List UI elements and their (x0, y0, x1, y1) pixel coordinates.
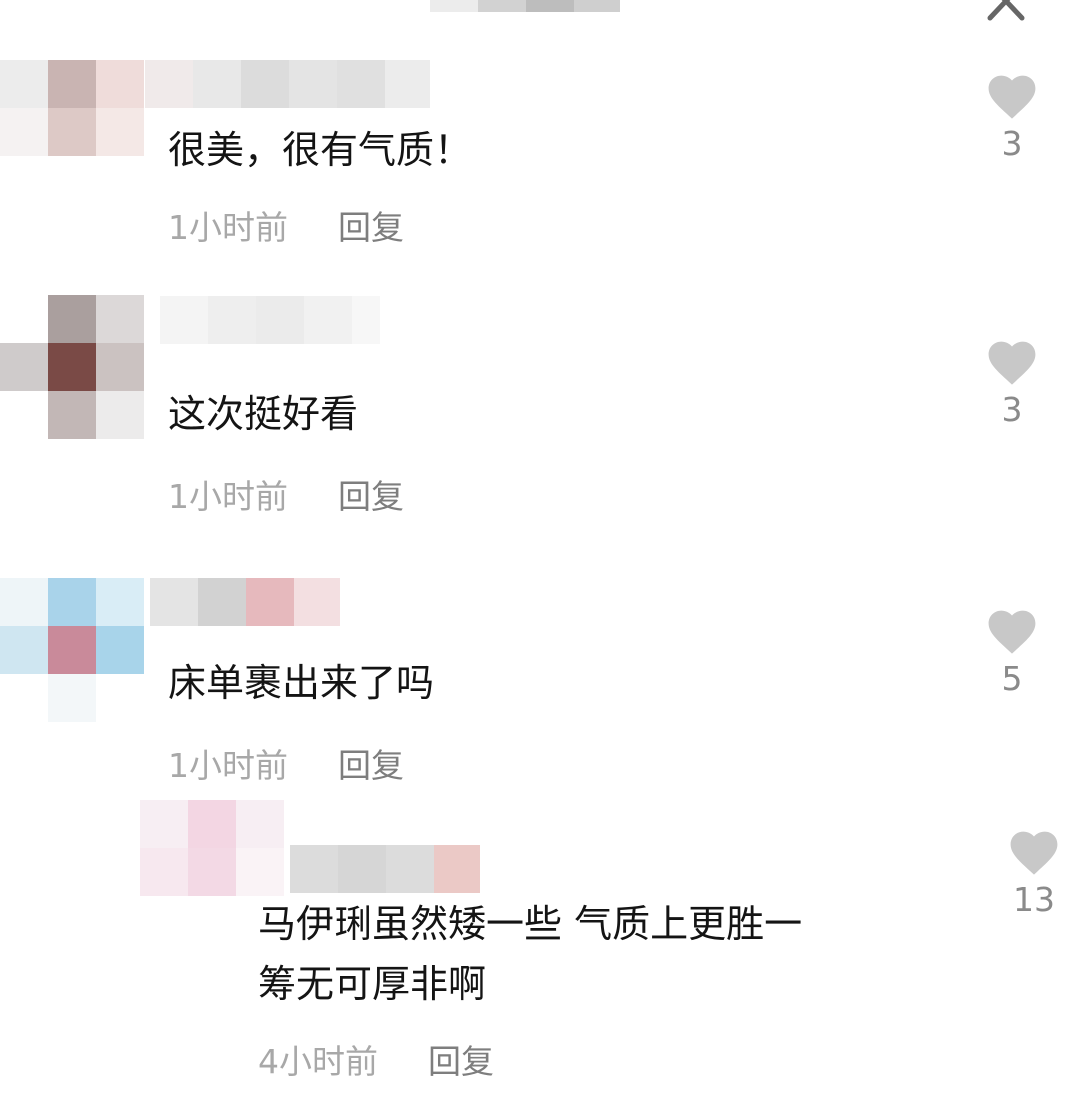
comment-text-line: 筹无可厚非啊 (258, 962, 487, 1006)
like-count: 3 (1001, 124, 1023, 163)
like-button[interactable]: 3 (982, 70, 1042, 164)
comment-time: 1小时前 (168, 208, 288, 247)
heart-icon (988, 610, 1036, 654)
username[interactable] (145, 60, 430, 108)
comment-meta: 1小时前 回复 (168, 746, 404, 786)
avatar[interactable] (140, 800, 290, 900)
comment-meta: 4小时前 回复 (258, 1042, 494, 1082)
like-count: 3 (1001, 390, 1023, 429)
comment-time: 1小时前 (168, 477, 288, 516)
heart-icon (1010, 831, 1058, 875)
comment-meta: 1小时前 回复 (168, 477, 404, 517)
heart-icon (988, 341, 1036, 385)
username[interactable] (160, 296, 380, 344)
username[interactable] (150, 578, 340, 626)
like-button[interactable]: 13 (1004, 826, 1064, 920)
comment-text-line: 马伊琍虽然矮一些 气质上更胜一 (258, 902, 803, 946)
reply-button[interactable]: 回复 (338, 746, 404, 785)
close-button[interactable] (984, 0, 1028, 24)
reply-button[interactable]: 回复 (428, 1042, 494, 1081)
reply-button[interactable]: 回复 (338, 208, 404, 247)
like-count: 13 (1013, 880, 1055, 919)
comment-text: 这次挺好看 (168, 392, 359, 436)
avatar[interactable] (0, 60, 150, 210)
comment-meta: 1小时前 回复 (168, 208, 404, 248)
comment-time: 1小时前 (168, 746, 288, 785)
like-button[interactable]: 5 (982, 605, 1042, 699)
avatar[interactable] (0, 295, 150, 445)
username[interactable] (290, 845, 480, 893)
comment-time: 4小时前 (258, 1042, 378, 1081)
like-button[interactable]: 3 (982, 336, 1042, 430)
like-count: 5 (1001, 659, 1023, 698)
reply-button[interactable]: 回复 (338, 477, 404, 516)
blurred-header-strip (430, 0, 620, 12)
heart-icon (988, 75, 1036, 119)
comment-text: 很美，很有气质！ (168, 128, 473, 172)
close-icon (987, 0, 1025, 21)
avatar[interactable] (0, 578, 150, 728)
comment-text: 床单裹出来了吗 (168, 661, 435, 705)
